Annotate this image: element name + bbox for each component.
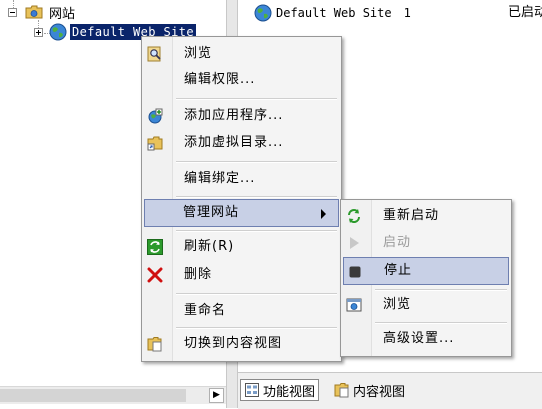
submenu-item-advanced-settings[interactable]: 高级设置...: [343, 325, 509, 353]
manage-website-label: 管理网站: [183, 205, 240, 220]
edit-bindings-label: 编辑绑定...: [184, 171, 256, 186]
submenu-browse-label: 浏览: [383, 297, 412, 312]
features-view-label: 功能视图: [263, 384, 316, 400]
menu-item-add-application[interactable]: 添加应用程序...: [144, 102, 339, 130]
menu-item-delete[interactable]: 删除: [144, 261, 339, 289]
tree-node-sites[interactable]: 网站: [8, 3, 75, 22]
menu-item-rename[interactable]: 重命名: [144, 297, 339, 325]
features-view-tab[interactable]: 功能视图: [240, 379, 320, 401]
submenu-item-start[interactable]: 启动: [343, 229, 509, 257]
menu-item-add-virtual-directory[interactable]: 添加虚拟目录...: [144, 129, 339, 157]
menu-separator: [176, 98, 337, 100]
submenu-item-restart[interactable]: 重新启动: [343, 202, 509, 230]
menu-separator: [176, 327, 337, 329]
submenu-arrow-icon: [321, 209, 326, 219]
manage-website-submenu: 重新启动 启动 停止 浏览 高级设置...: [340, 199, 512, 357]
menu-item-switch-to-content-view[interactable]: 切换到内容视图: [144, 330, 339, 358]
add-application-icon: [147, 108, 163, 124]
browse-label: 浏览: [184, 46, 213, 61]
content-view-label: 内容视图: [353, 384, 406, 400]
menu-item-browse[interactable]: 浏览: [144, 40, 339, 68]
features-view-icon: [244, 382, 260, 398]
browse-window-icon: [346, 297, 362, 313]
site-list-row[interactable]: Default Web Site 1: [254, 4, 411, 22]
expand-toggle-icon[interactable]: [34, 27, 43, 37]
menu-separator: [375, 322, 507, 324]
browse-magnifier-icon: [147, 46, 163, 62]
menu-item-manage-website[interactable]: 管理网站: [144, 199, 339, 227]
refresh-label: 刷新(R): [184, 239, 235, 254]
menu-separator: [176, 196, 337, 198]
menu-separator: [176, 230, 337, 232]
site-context-menu: 浏览 编辑权限... 添加应用程序... 添加虚拟目录... 编辑绑定... 管…: [141, 36, 342, 362]
start-label: 启动: [383, 235, 412, 250]
menu-item-edit-permissions[interactable]: 编辑权限...: [144, 66, 339, 94]
scrollbar-thumb[interactable]: [0, 389, 186, 402]
edit-permissions-label: 编辑权限...: [184, 72, 256, 87]
globe-icon: [49, 23, 67, 41]
menu-separator: [176, 293, 337, 295]
submenu-item-stop[interactable]: 停止: [343, 257, 509, 285]
content-view-tab[interactable]: 内容视图: [331, 379, 408, 401]
collapse-toggle-icon[interactable]: [8, 7, 17, 17]
stop-icon: [347, 264, 363, 280]
sites-node-label[interactable]: 网站: [49, 3, 75, 22]
site-status-cell: 已启动: [508, 5, 542, 20]
globe-icon: [254, 4, 272, 22]
delete-x-icon: [147, 267, 163, 283]
add-virtual-directory-icon: [147, 135, 163, 151]
restart-icon: [346, 208, 362, 224]
content-view-icon: [334, 382, 350, 398]
sites-folder-icon: [25, 5, 43, 19]
menu-separator: [176, 161, 337, 163]
tree-horizontal-scrollbar[interactable]: ▶: [0, 386, 226, 404]
stop-label: 停止: [384, 263, 413, 278]
site-name-cell: Default Web Site: [276, 6, 392, 20]
add-virtual-directory-label: 添加虚拟目录...: [184, 135, 284, 150]
content-view-icon: [147, 336, 163, 352]
refresh-icon: [147, 239, 163, 255]
restart-label: 重新启动: [383, 208, 440, 223]
rename-label: 重命名: [184, 303, 227, 318]
add-application-label: 添加应用程序...: [184, 108, 284, 123]
site-id-cell: 1: [403, 6, 411, 20]
start-play-icon: [346, 235, 362, 251]
menu-item-refresh[interactable]: 刷新(R): [144, 233, 339, 261]
advanced-settings-label: 高级设置...: [383, 331, 455, 346]
menu-item-edit-bindings[interactable]: 编辑绑定...: [144, 165, 339, 193]
switch-to-content-view-label: 切换到内容视图: [184, 336, 283, 351]
scroll-right-arrow-icon[interactable]: ▶: [209, 388, 224, 403]
view-switcher-bar: 功能视图 内容视图: [238, 372, 542, 409]
delete-label: 删除: [184, 267, 213, 282]
submenu-item-browse[interactable]: 浏览: [343, 291, 509, 319]
